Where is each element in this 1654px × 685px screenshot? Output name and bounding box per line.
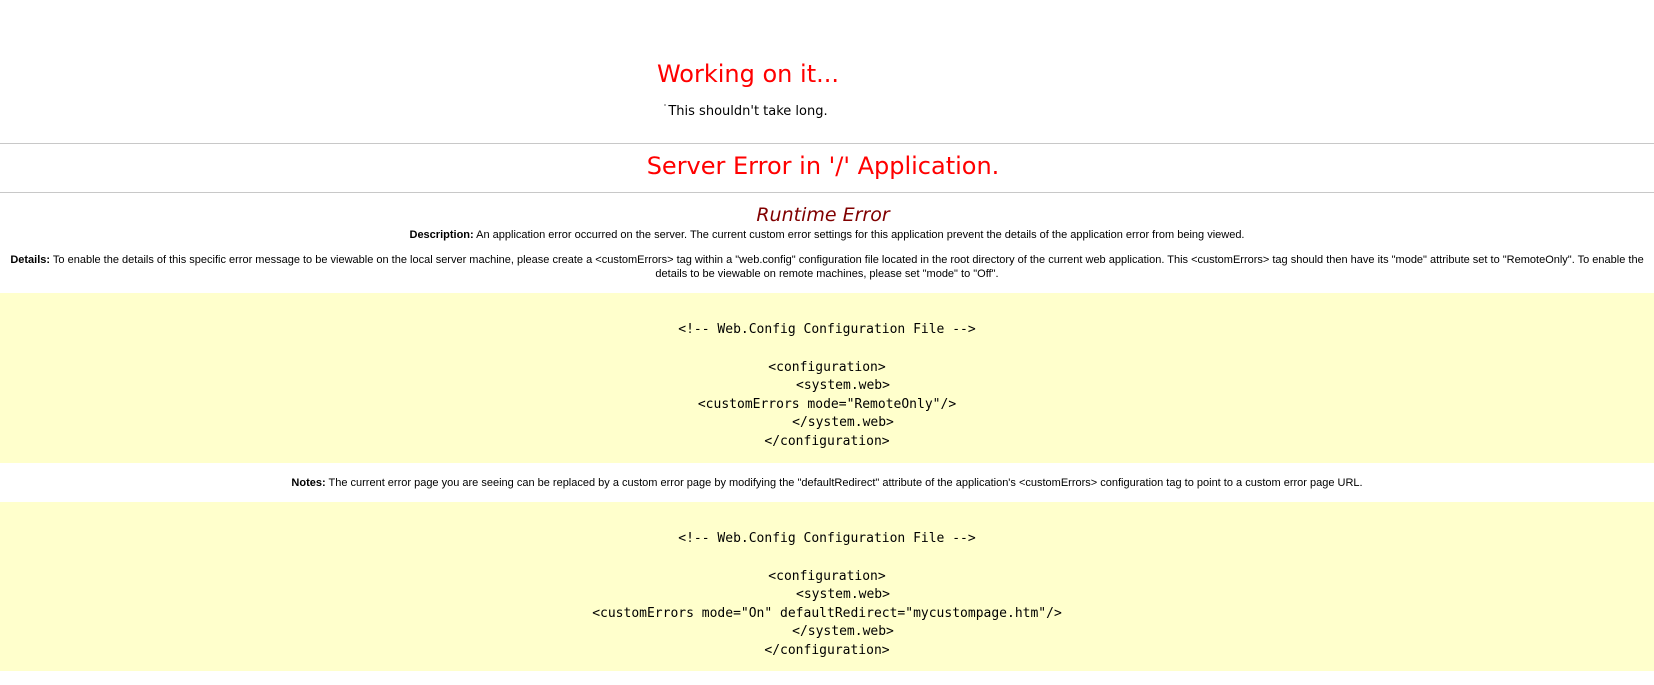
code-line-comment: <!-- Web.Config Configuration File -->: [678, 322, 976, 337]
description-text: An application error occurred on the ser…: [473, 229, 1245, 241]
notes: Notes: The current error page you are se…: [0, 476, 1654, 490]
code-line-configuration-close: </configuration>: [764, 434, 890, 449]
code-line-configuration-open: <configuration>: [768, 360, 886, 375]
code-line-custom-errors: <customErrors mode="On" defaultRedirect=…: [592, 606, 1062, 621]
code-line-system-web-close: </system.web>: [792, 624, 894, 639]
notes-text: The current error page you are seeing ca…: [325, 477, 1363, 489]
code-block-remote-only: <!-- Web.Config Configuration File --> <…: [0, 293, 1654, 463]
divider-bottom: [0, 192, 1654, 193]
code-line-configuration-open: <configuration>: [768, 569, 886, 584]
code-line-comment: <!-- Web.Config Configuration File -->: [678, 531, 976, 546]
details-text: To enable the details of this specific e…: [50, 254, 1644, 280]
code-line-system-web-close: </system.web>: [792, 415, 894, 430]
working-panel: Working on it...: [0, 58, 1496, 90]
runtime-error-title: Runtime Error: [756, 204, 890, 226]
description: Description: An application error occurr…: [0, 228, 1654, 242]
code-block-custom-redirect: <!-- Web.Config Configuration File --> <…: [0, 502, 1654, 671]
working-title: Working on it...: [656, 60, 839, 88]
divider-top: [0, 143, 1654, 144]
description-label: Description:: [409, 229, 474, 241]
code-line-custom-errors: <customErrors mode="RemoteOnly"/>: [697, 397, 957, 412]
error-page: Working on it... This shouldn't take lon…: [0, 0, 1654, 685]
server-error-title: Server Error in '/' Application.: [646, 152, 1000, 180]
notes-label: Notes:: [291, 477, 326, 489]
code-line-configuration-close: </configuration>: [764, 643, 890, 658]
details-label: Details:: [10, 254, 51, 266]
code-line-system-web-open: <system.web>: [796, 378, 890, 393]
details: Details: To enable the details of this s…: [0, 253, 1654, 281]
working-subtitle: This shouldn't take long.: [668, 104, 828, 119]
code-line-system-web-open: <system.web>: [796, 587, 890, 602]
